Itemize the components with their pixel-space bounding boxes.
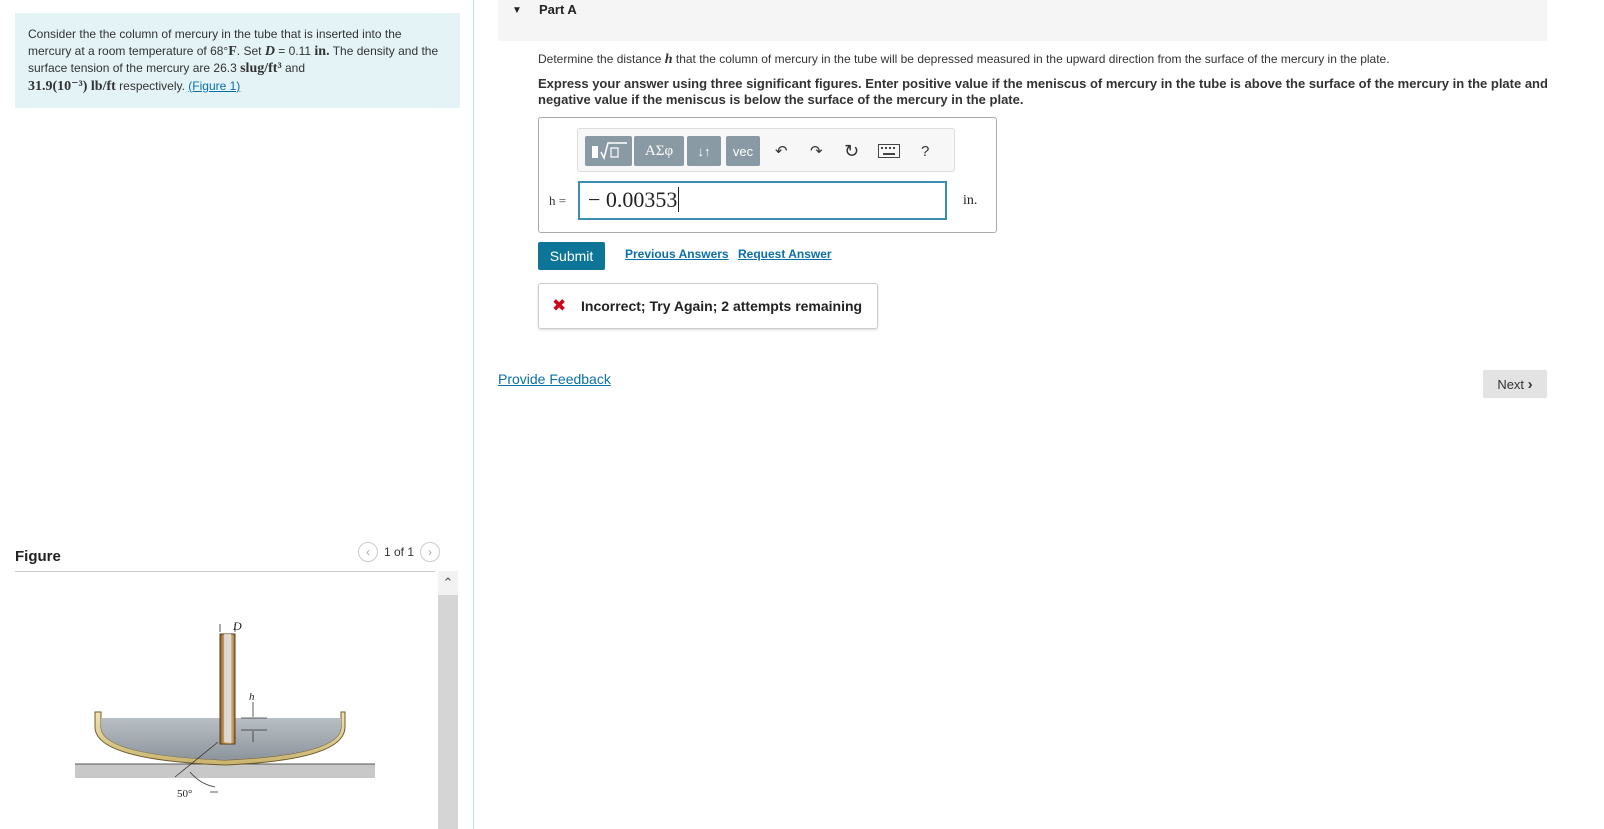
- keyboard-shape: [878, 144, 900, 158]
- problem-text: = 0.11: [274, 43, 315, 58]
- previous-answers-link[interactable]: Previous Answers: [625, 247, 729, 261]
- figure-link[interactable]: (Figure 1): [188, 79, 240, 93]
- unit-density: slug/ft³: [240, 61, 282, 76]
- templates-button[interactable]: [585, 136, 632, 166]
- answer-variable-label: h =: [549, 193, 567, 208]
- problem-text: and: [281, 61, 306, 75]
- math-toolbar: ΑΣφ ↓↑ vec ↶ ↷ ↻ ?: [577, 128, 955, 172]
- reset-icon[interactable]: ↻: [844, 141, 859, 161]
- part-header[interactable]: [498, 0, 1547, 41]
- figure-pager: ‹ 1 of 1 ›: [358, 540, 441, 564]
- label-d: D: [232, 619, 242, 633]
- sort-button[interactable]: ↓↑: [687, 136, 721, 166]
- answer-value: − 0.00353: [588, 187, 678, 212]
- request-answer-link[interactable]: Request Answer: [738, 247, 832, 261]
- templates-icon: [591, 142, 627, 161]
- text-cursor: [678, 187, 680, 212]
- submit-button[interactable]: Submit: [538, 242, 605, 270]
- next-figure-button[interactable]: ›: [420, 542, 441, 562]
- greek-button[interactable]: ΑΣφ: [634, 136, 684, 166]
- problem-text: . Set: [236, 43, 265, 58]
- figure-title: Figure: [15, 548, 61, 565]
- left-panel: Consider the the column of mercury in th…: [0, 0, 472, 829]
- vec-button[interactable]: vec: [726, 136, 760, 166]
- close-icon: ✖: [552, 296, 567, 315]
- label-h: h: [249, 691, 255, 703]
- ground: [75, 764, 375, 778]
- chevron-right-icon: ›: [1527, 375, 1533, 393]
- feedback-message: Incorrect; Try Again; 2 attempts remaini…: [581, 298, 863, 314]
- help-icon[interactable]: ?: [921, 141, 929, 161]
- unit-inches: in.: [314, 43, 330, 59]
- question-prompt: Determine the distance h that the column…: [538, 51, 1548, 68]
- variable-d: D: [264, 43, 275, 59]
- prompt-variable: h: [664, 52, 673, 67]
- figure-image: h D 50°: [75, 619, 375, 800]
- answer-input[interactable]: − 0.00353: [578, 181, 947, 220]
- prompt-text: Determine the distance: [538, 52, 665, 66]
- redo-icon[interactable]: ↷: [810, 141, 823, 161]
- answer-unit: in.: [963, 193, 978, 208]
- collapse-caret-icon[interactable]: ▼: [512, 5, 522, 16]
- figure-scrollbar[interactable]: ⌃: [438, 571, 458, 829]
- pager-text: 1 of 1: [384, 545, 415, 559]
- label-angle: 50°: [177, 788, 192, 800]
- prompt-text: that the column of mercury in the tube w…: [672, 52, 1390, 66]
- keyboard-icon[interactable]: [878, 141, 900, 161]
- column-divider: [473, 0, 474, 829]
- next-button[interactable]: Next ›: [1483, 370, 1547, 398]
- prev-figure-button[interactable]: ‹: [358, 542, 378, 562]
- problem-text: respectively.: [115, 78, 189, 93]
- surface-tension-value: 31.9(10⁻³) lb/ft: [28, 78, 116, 94]
- provide-feedback-link[interactable]: Provide Feedback: [498, 371, 611, 387]
- unit-fahrenheit: F: [228, 43, 237, 59]
- part-title: Part A: [539, 2, 577, 17]
- problem-statement: Consider the the column of mercury in th…: [15, 13, 460, 108]
- next-label: Next: [1497, 376, 1525, 392]
- undo-icon[interactable]: ↶: [775, 141, 788, 161]
- scroll-up-icon[interactable]: ⌃: [438, 571, 458, 595]
- question-instructions: Express your answer using three signific…: [538, 76, 1548, 107]
